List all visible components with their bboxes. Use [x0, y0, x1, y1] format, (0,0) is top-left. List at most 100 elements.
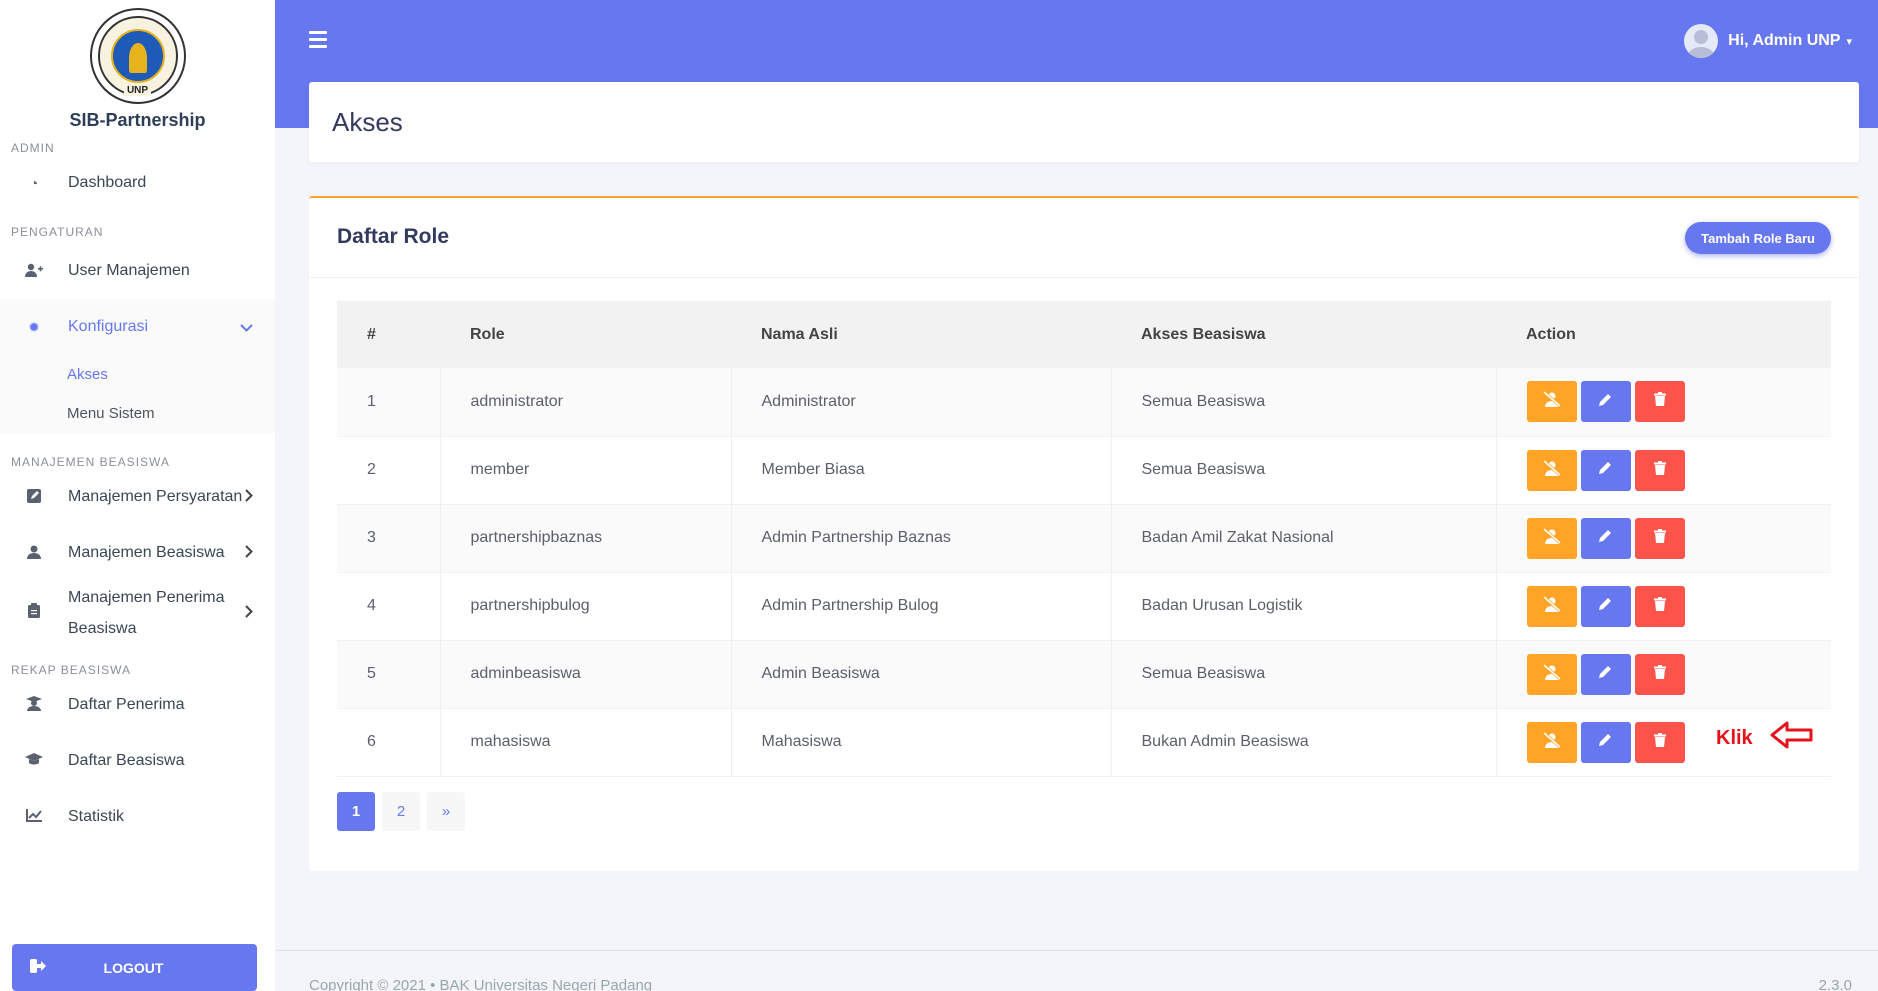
cell-role: adminbeasiswa	[439, 640, 731, 709]
cell-number: 1	[337, 368, 440, 437]
cell-nama-asli: Mahasiswa	[730, 708, 1111, 777]
sidebar-item-konfigurasi[interactable]: ✹ Konfigurasi	[0, 299, 275, 355]
sidebar-item-daftar-beasiswa[interactable]: Daftar Beasiswa	[0, 733, 275, 789]
role-card: Daftar Role Tambah Role Baru # Role Nama…	[309, 196, 1859, 871]
trash-icon	[1653, 528, 1666, 548]
cell-actions	[1495, 504, 1831, 573]
sidebar-item-label: Statistik	[68, 808, 125, 825]
cell-nama-asli: Admin Partnership Baznas	[730, 504, 1111, 573]
edit-role-button[interactable]	[1580, 517, 1631, 559]
arrow-left-annotation-icon	[1769, 720, 1815, 755]
cell-role: partnershipbulog	[439, 572, 731, 641]
hamburger-menu-icon[interactable]	[309, 31, 327, 52]
cell-number: 5	[337, 640, 440, 709]
delete-role-button[interactable]	[1634, 517, 1685, 559]
delete-role-button[interactable]	[1634, 653, 1685, 695]
delete-role-button[interactable]	[1634, 585, 1685, 627]
konfigurasi-group: ✹ Konfigurasi Akses Menu Sistem	[0, 299, 275, 433]
edit-role-button[interactable]	[1580, 381, 1631, 423]
table-row: 3 partnershipbaznas Admin Partnership Bazn…	[337, 504, 1831, 573]
user-greeting: Hi, Admin UNP	[1728, 32, 1841, 49]
card-title: Daftar Role	[337, 225, 450, 248]
pagination: 1 2 »	[337, 792, 465, 831]
column-header-action: Action	[1496, 301, 1831, 368]
page-title: Akses	[332, 107, 403, 137]
sidebar-item-label: Daftar Penerima	[68, 696, 185, 713]
cell-role: mahasiswa	[439, 708, 731, 777]
trash-icon	[1653, 664, 1666, 684]
unp-logo: UNP	[89, 8, 186, 104]
delete-role-button[interactable]	[1634, 721, 1685, 763]
table-row: 5 adminbeasiswa Admin Beasiswa Semua Beasis…	[337, 640, 1831, 709]
sidebar-item-label: Daftar Beasiswa	[68, 752, 185, 769]
chevron-right-icon	[245, 598, 253, 629]
table-header-row: # Role Nama Asli Akses Beasiswa Action	[337, 301, 1831, 368]
chevron-right-icon	[245, 489, 253, 505]
cell-role: member	[439, 436, 731, 505]
deactivate-role-button[interactable]	[1526, 721, 1577, 763]
cell-akses-beasiswa: Semua Beasiswa	[1110, 368, 1496, 437]
edit-role-button[interactable]	[1580, 585, 1631, 627]
cell-nama-asli: Member Biasa	[730, 436, 1111, 505]
pencil-icon	[1598, 392, 1613, 412]
sidebar-item-label: Manajemen Beasiswa	[68, 544, 225, 561]
delete-role-button[interactable]	[1634, 449, 1685, 491]
section-admin: ADMIN	[11, 141, 55, 155]
pencil-icon	[1598, 732, 1613, 752]
sidebar-item-label: Manajemen Penerima	[68, 589, 225, 606]
deactivate-role-button[interactable]	[1526, 381, 1577, 423]
user-slash-icon	[1542, 459, 1561, 481]
sidebar-item-manajemen-persyaratan[interactable]: Manajemen Persyaratan	[0, 469, 275, 525]
pencil-icon	[1598, 460, 1613, 480]
deactivate-role-button[interactable]	[1526, 653, 1577, 695]
edit-role-button[interactable]	[1580, 653, 1631, 695]
cell-akses-beasiswa: Bukan Admin Beasiswa	[1110, 708, 1496, 777]
caret-down-icon: ▾	[1846, 35, 1852, 48]
section-pengaturan: PENGATURAN	[11, 225, 104, 239]
cell-akses-beasiswa: Badan Urusan Logistik	[1110, 572, 1496, 641]
column-header-role: Role	[440, 301, 731, 368]
add-role-button[interactable]: Tambah Role Baru	[1685, 222, 1831, 254]
trash-icon	[1653, 460, 1666, 480]
user-icon	[24, 545, 44, 562]
brand: UNP SIB-Partnership	[0, 0, 275, 131]
sidebar-item-dashboard[interactable]: ◔ Dashboard	[0, 155, 275, 211]
cell-nama-asli: Administrator	[730, 368, 1111, 437]
sidebar-item-manajemen-penerima[interactable]: Manajemen Penerima Beasiswa	[0, 581, 275, 645]
delete-role-button[interactable]	[1634, 381, 1685, 423]
sidebar-item-label: User Manajemen	[68, 262, 190, 279]
sidebar-item-daftar-penerima[interactable]: Daftar Penerima	[0, 677, 275, 733]
sidebar-item-label: Konfigurasi	[68, 318, 149, 335]
deactivate-role-button[interactable]	[1526, 517, 1577, 559]
pencil-icon	[1598, 596, 1613, 616]
edit-icon	[24, 488, 44, 506]
sidebar-item-user-manajemen[interactable]: User Manajemen	[0, 243, 275, 299]
sidebar-item-label: Manajemen Persyaratan	[68, 488, 243, 505]
user-menu[interactable]: Hi, Admin UNP ▾	[1684, 24, 1852, 58]
deactivate-role-button[interactable]	[1526, 585, 1577, 627]
page-1-button[interactable]: 1	[337, 792, 375, 831]
edit-role-button[interactable]	[1580, 721, 1631, 763]
sidebar-item-label-2: Beasiswa	[68, 620, 137, 637]
copyright: Copyright © 2021 • BAK Universitas Neger…	[309, 977, 653, 991]
sidebar-subitem-menu-sistem[interactable]: Menu Sistem	[0, 394, 275, 433]
pencil-icon	[1598, 528, 1613, 548]
logout-button[interactable]: LOGOUT	[12, 944, 257, 991]
next-page-button[interactable]: »	[427, 792, 465, 831]
version: 2.3.0	[1818, 977, 1852, 991]
role-table: # Role Nama Asli Akses Beasiswa Action 1…	[337, 301, 1831, 777]
deactivate-role-button[interactable]	[1526, 449, 1577, 491]
sidebar-item-statistik[interactable]: Statistik	[0, 789, 275, 845]
user-plus-icon	[24, 263, 44, 280]
table-row: 4 partnershipbulog Admin Partnership Bulog…	[337, 572, 1831, 641]
card-header: Daftar Role Tambah Role Baru	[309, 198, 1859, 278]
chart-line-icon	[24, 809, 44, 825]
sidebar-subitem-akses[interactable]: Akses	[0, 355, 275, 394]
user-slash-icon	[1542, 731, 1561, 753]
page-2-button[interactable]: 2	[382, 792, 420, 831]
trash-icon	[1653, 392, 1666, 411]
cell-role: administrator	[439, 368, 731, 437]
pencil-icon	[1598, 664, 1613, 684]
sidebar-item-manajemen-beasiswa[interactable]: Manajemen Beasiswa	[0, 525, 275, 581]
edit-role-button[interactable]	[1580, 449, 1631, 491]
